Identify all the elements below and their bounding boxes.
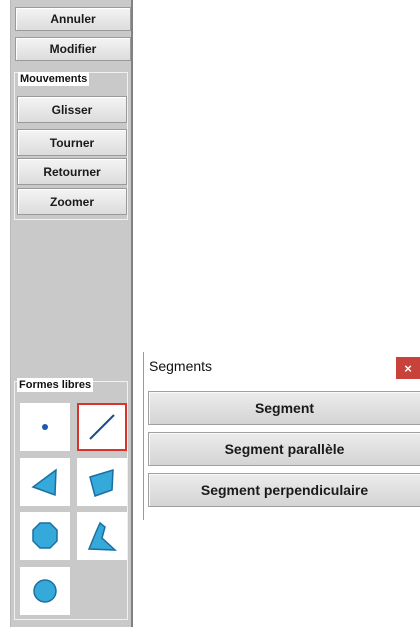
- free-shape-point[interactable]: [20, 403, 70, 451]
- free-shape-concave-polygon[interactable]: [77, 512, 127, 560]
- segment-button[interactable]: Segment: [148, 391, 420, 425]
- triangle-icon: [31, 468, 57, 497]
- rotate-button[interactable]: Tourner: [17, 129, 127, 156]
- perpendicular-segment-button[interactable]: Segment perpendiculaire: [148, 473, 420, 507]
- circle-icon: [33, 579, 57, 603]
- slide-button[interactable]: Glisser: [17, 96, 127, 123]
- flip-button[interactable]: Retourner: [17, 158, 127, 185]
- zoom-button[interactable]: Zoomer: [17, 188, 127, 215]
- free-shape-segment[interactable]: [77, 403, 127, 451]
- octagon-icon: [32, 522, 58, 549]
- modify-button[interactable]: Modifier: [15, 37, 131, 61]
- free-shape-quadrilateral[interactable]: [77, 458, 127, 506]
- segment-line-icon: [89, 414, 115, 440]
- close-icon[interactable]: ×: [396, 357, 420, 379]
- quadrilateral-icon: [89, 468, 114, 497]
- free-shape-triangle[interactable]: [20, 458, 70, 506]
- left-toolbar-panel: Annuler Modifier Mouvements Glisser Tour…: [10, 0, 133, 627]
- free-shapes-group-title: Formes libres: [17, 378, 94, 392]
- free-shape-circle[interactable]: [20, 567, 70, 615]
- movements-group-title: Mouvements: [18, 72, 90, 86]
- segments-popup: Segments × Segment Segment parallèle Seg…: [143, 352, 420, 520]
- point-icon: [42, 424, 48, 430]
- parallel-segment-button[interactable]: Segment parallèle: [148, 432, 420, 466]
- undo-button[interactable]: Annuler: [15, 7, 131, 31]
- concave-polygon-icon: [87, 521, 118, 551]
- segments-popup-title: Segments: [149, 358, 213, 374]
- free-shape-octagon[interactable]: [20, 512, 70, 560]
